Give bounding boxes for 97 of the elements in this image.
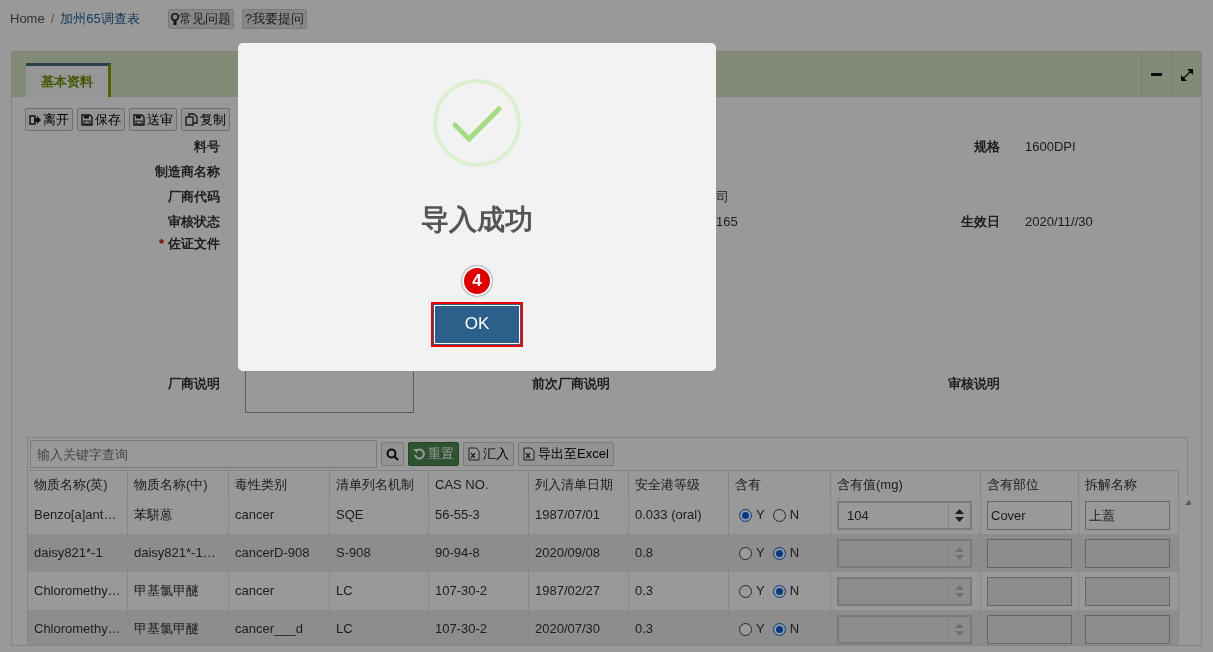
table-cell-text: 107-30-2 <box>435 582 488 601</box>
table-cell-text: 56-55-3 <box>435 506 480 525</box>
field-label: 审核说明 <box>948 376 1000 391</box>
column-header: 物质名称(英) <box>28 470 128 496</box>
table-cell-text: 甲基氯甲醚 <box>134 582 199 601</box>
column-header: 安全港等级 <box>629 470 729 496</box>
search-icon <box>386 447 399 461</box>
radio-option[interactable]: Y <box>739 543 765 563</box>
field-label: 规格 <box>974 138 1000 154</box>
column-header: 含有值(mg) <box>831 470 981 496</box>
table-cell-text: Chloromethy… <box>34 620 121 639</box>
toolbar-button[interactable]: 重置 <box>408 442 459 466</box>
table-cell-text: LC <box>336 620 353 639</box>
toolbar-button[interactable]: 导出至Excel <box>518 442 614 466</box>
floppy-icon <box>81 113 93 126</box>
expand-icon[interactable] <box>1180 68 1193 81</box>
up-arrow-icon[interactable] <box>955 508 964 514</box>
column-header: 毒性类别 <box>229 470 330 496</box>
column-header: 含有 <box>729 470 831 496</box>
table-cell-text: 0.3 <box>635 582 654 601</box>
toolbar-button[interactable]: 离开 <box>25 108 73 131</box>
field-label: 制造商名称 <box>154 162 220 181</box>
table-cell-text: cancer <box>235 582 275 601</box>
column-header: CAS NO. <box>429 470 529 496</box>
table-cell-text: Benzo[a]ant… <box>34 506 117 525</box>
column-header: 清单列名机制 <box>330 470 429 496</box>
text-field[interactable]: 上蓋 <box>1085 500 1170 530</box>
field-label: 厂商代码 <box>167 187 220 206</box>
radio-option[interactable]: Y <box>739 619 765 639</box>
table-cell-text: 0.3 <box>635 620 654 639</box>
radio-option[interactable]: Y <box>739 581 765 601</box>
table-cell-text: 2020/07/30 <box>535 620 601 639</box>
table-cell-text: 0.8 <box>635 544 654 563</box>
field-label: 审核状态 <box>167 212 220 231</box>
table-cell-text: 90-94-8 <box>435 544 480 563</box>
radio-option[interactable]: N <box>772 619 800 639</box>
field-label: 前次厂商说明 <box>532 376 610 391</box>
scroll-up-icon[interactable] <box>1185 500 1191 505</box>
text-field[interactable]: Cover <box>987 500 1072 530</box>
radio-option[interactable]: Y <box>739 505 765 525</box>
success-check-icon <box>433 79 521 167</box>
column-header: 含有部位 <box>981 470 1079 496</box>
table-cell-text: 0.033 (oral) <box>635 506 702 525</box>
excel-icon <box>523 447 535 461</box>
toolbar-button[interactable]: 保存 <box>77 108 125 131</box>
required-marker: * <box>158 236 164 251</box>
breadcrumb-separator: / <box>50 10 55 29</box>
table-cell-text: cancerD-908 <box>235 544 310 563</box>
field-value: 165 <box>716 213 738 229</box>
bulb-icon <box>170 12 179 26</box>
field-label: 生效日 <box>961 213 1000 229</box>
table-cell-text: daisy821*-1… <box>134 544 216 563</box>
copy-icon <box>185 113 198 126</box>
help-button[interactable]: ?我要提问 <box>241 9 307 29</box>
help-button[interactable]: 常见问题 <box>167 9 234 29</box>
toolbar-button[interactable]: 汇入 <box>463 442 514 466</box>
table-cell-text: daisy821*-1 <box>34 544 103 563</box>
field-value: 2020/11//30 <box>1025 213 1093 229</box>
table-cell-text: 107-30-2 <box>435 620 488 639</box>
table-cell-text: 1987/07/01 <box>535 506 601 525</box>
table-cell-text: cancer <box>235 506 275 525</box>
field-label: 厂商说明 <box>168 376 220 391</box>
table-cell-text: 1987/02/27 <box>535 582 601 601</box>
table-cell-text: SQE <box>336 506 364 525</box>
exit-icon <box>29 113 41 126</box>
table-cell-text: 苯駢蒽 <box>134 506 173 525</box>
breadcrumb-link[interactable]: 加州65调查表 <box>60 9 140 29</box>
column-header: 物质名称(中) <box>128 470 229 496</box>
toolbar-button[interactable]: 送审 <box>129 108 177 131</box>
field-value: 1600DPI <box>1025 138 1076 154</box>
table-cell-text: S-908 <box>336 544 371 563</box>
toolbar-button[interactable]: 复制 <box>181 108 230 131</box>
excel-icon <box>468 447 480 461</box>
floppy-icon <box>133 113 145 126</box>
radio-option[interactable]: N <box>772 505 800 525</box>
ok-button[interactable]: OK <box>431 301 523 347</box>
field-value: 司 <box>716 188 729 204</box>
table-cell-text: 甲基氯甲醚 <box>134 620 199 639</box>
table-cell-text: cancer___d <box>235 620 303 639</box>
minimize-icon[interactable] <box>1151 73 1162 76</box>
table-cell-text: 2020/09/08 <box>535 544 601 563</box>
field-label: 料号 <box>193 137 220 156</box>
number-field[interactable]: 104 <box>837 500 972 530</box>
search-field[interactable]: 输入关键字查询 <box>30 440 377 468</box>
reset-icon <box>413 448 425 460</box>
field-label: 佐证文件 <box>168 236 220 251</box>
breadcrumb-link[interactable]: Home <box>10 9 45 29</box>
column-header: 拆解名称 <box>1079 470 1179 496</box>
column-header: 列入清单日期 <box>529 470 629 496</box>
down-arrow-icon[interactable] <box>955 516 964 522</box>
table-cell-text: LC <box>336 582 353 601</box>
radio-option[interactable]: N <box>772 581 800 601</box>
step-badge: 4 <box>462 265 492 296</box>
dialog-title: 导入成功 <box>420 202 534 237</box>
radio-option[interactable]: N <box>772 543 800 563</box>
table-cell-text: Chloromethy… <box>34 582 121 601</box>
search-button[interactable] <box>381 442 404 466</box>
